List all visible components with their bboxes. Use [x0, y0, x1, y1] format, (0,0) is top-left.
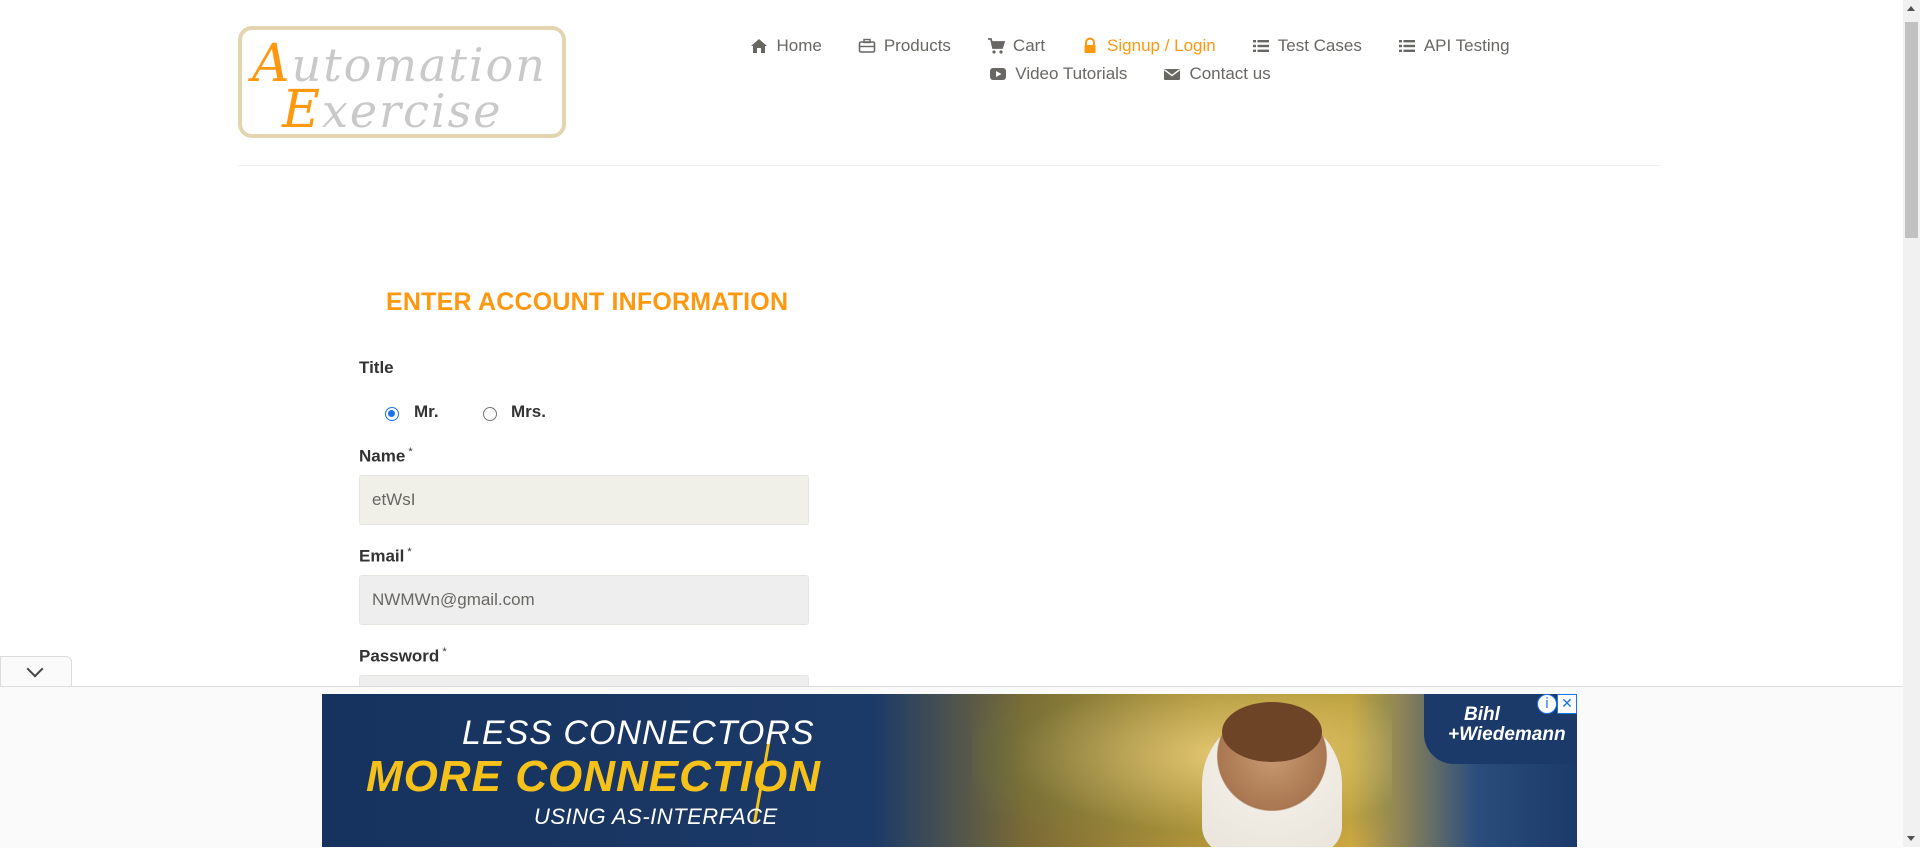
title-mrs-label[interactable]: Mrs.: [511, 402, 546, 422]
main-nav: Home Products Cart Signup / Login Test C…: [700, 36, 1560, 84]
nav-contact-us[interactable]: Contact us: [1163, 64, 1271, 84]
ad-headline-3: USING AS-INTERFACE: [534, 804, 778, 829]
email-field[interactable]: NWMWn@gmail.com: [359, 575, 809, 625]
lock-icon: [1081, 37, 1099, 55]
page-scrollbar[interactable]: [1903, 0, 1920, 847]
logo-line-2: Exercise: [282, 80, 503, 140]
nav-cart[interactable]: Cart: [987, 36, 1045, 56]
scroll-down-icon[interactable]: [1907, 836, 1915, 841]
list-icon: [1252, 37, 1270, 55]
ad-info-icon[interactable]: i: [1537, 694, 1557, 714]
ad-photo-hair: [1222, 702, 1322, 762]
list-icon: [1398, 37, 1416, 55]
nav-products[interactable]: Products: [858, 36, 951, 56]
nav-signup-login[interactable]: Signup / Login: [1081, 36, 1216, 56]
title-mrs-radio[interactable]: [483, 407, 497, 421]
scrollbar-thumb[interactable]: [1905, 22, 1918, 238]
nav-video-tutorials[interactable]: Video Tutorials: [989, 64, 1127, 84]
ad-collapse-button[interactable]: [0, 656, 72, 686]
nav-row-1: Home Products Cart Signup / Login Test C…: [700, 36, 1560, 56]
cart-icon: [987, 37, 1006, 55]
youtube-icon: [989, 65, 1007, 83]
nav-home[interactable]: Home: [750, 36, 822, 56]
name-label: Name *: [359, 446, 413, 466]
ad-headline-2: MORE CONNECTION: [366, 752, 821, 801]
briefcase-icon: [858, 37, 876, 55]
title-label: Title: [359, 358, 394, 377]
ad-banner[interactable]: LESS CONNECTORS MORE CONNECTION USING AS…: [322, 694, 1577, 847]
scroll-up-icon[interactable]: [1907, 6, 1915, 11]
nav-row-2: Video Tutorials Contact us: [700, 64, 1560, 84]
required-mark: *: [408, 446, 413, 458]
ad-close-icon[interactable]: ✕: [1557, 694, 1577, 714]
name-field[interactable]: etWsI: [359, 475, 809, 525]
header-divider: [237, 165, 1661, 166]
required-mark: *: [407, 546, 412, 558]
password-label: Password *: [359, 646, 447, 666]
title-mr-label[interactable]: Mr.: [414, 402, 439, 422]
nav-test-cases[interactable]: Test Cases: [1252, 36, 1362, 56]
nav-api-testing[interactable]: API Testing: [1398, 36, 1510, 56]
form-heading: ENTER ACCOUNT INFORMATION: [386, 288, 789, 316]
required-mark: *: [442, 646, 447, 658]
site-logo[interactable]: Automation Exercise: [238, 26, 566, 140]
chevron-down-icon: [26, 660, 44, 678]
title-mr-radio[interactable]: [385, 407, 399, 421]
email-label: Email *: [359, 546, 412, 566]
envelope-icon: [1163, 65, 1181, 83]
home-icon: [750, 37, 768, 55]
ad-headline-1: LESS CONNECTORS: [462, 714, 815, 752]
